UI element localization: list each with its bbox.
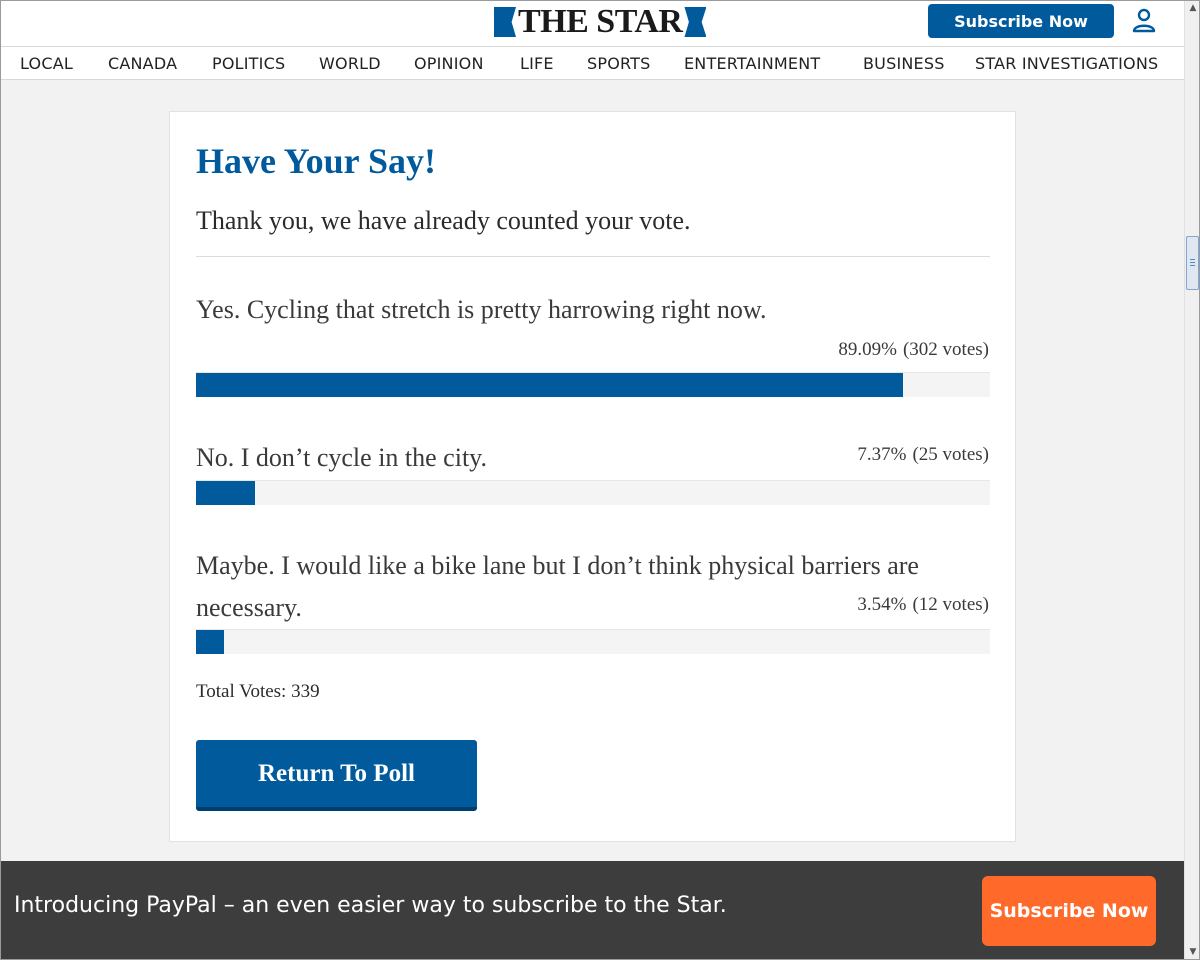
logo-text: THE STAR (518, 3, 683, 40)
poll-thanks-message: Thank you, we have already counted your … (196, 206, 691, 235)
nav-item-entertainment[interactable]: ENTERTAINMENT (684, 54, 820, 73)
nav-item-opinion[interactable]: OPINION (414, 54, 484, 73)
poll-option-label: Yes. Cycling that stretch is pretty harr… (196, 295, 767, 324)
site-logo[interactable]: THE STAR (494, 3, 707, 40)
main-nav: LOCAL CANADA POLITICS WORLD OPINION LIFE… (0, 46, 1184, 80)
banner-text: Introducing PayPal – an even easier way … (14, 893, 727, 918)
user-icon[interactable] (1130, 6, 1158, 34)
site-header: THE STAR Subscribe Now (0, 0, 1184, 46)
poll-result-bar (196, 480, 990, 505)
poll-option-percent: 89.09% (838, 339, 897, 360)
poll-result-bar-fill (196, 630, 225, 654)
nav-item-sports[interactable]: SPORTS (587, 54, 650, 73)
nav-item-star-investigations[interactable]: STAR INVESTIGATIONS (975, 54, 1158, 73)
subscribe-button[interactable]: Subscribe Now (928, 4, 1114, 38)
poll-title: Have Your Say! (196, 141, 437, 181)
poll-result-bar-fill (196, 373, 904, 397)
poll-card: Have Your Say! Thank you, we have alread… (169, 111, 1016, 842)
scrollbar-thumb[interactable] (1186, 236, 1199, 290)
nav-item-politics[interactable]: POLITICS (212, 54, 285, 73)
poll-result-bar (196, 372, 990, 397)
logo-flag-right-icon (684, 7, 707, 37)
nav-item-world[interactable]: WORLD (319, 54, 381, 73)
divider (196, 256, 990, 257)
return-to-poll-button[interactable]: Return To Poll (196, 740, 477, 811)
nav-item-business[interactable]: BUSINESS (863, 54, 945, 73)
poll-option-votes: (302 votes) (902, 339, 989, 360)
scroll-up-arrow-icon[interactable]: ▲ (1185, 0, 1200, 16)
poll-option-stat: 89.09% (302 votes) (838, 339, 989, 361)
poll-option-percent: 3.54% (857, 594, 907, 615)
poll-option-votes: (25 votes) (912, 444, 989, 465)
poll-option-votes: (12 votes) (912, 594, 989, 615)
poll-result-bar-fill (196, 481, 255, 505)
nav-item-life[interactable]: LIFE (520, 54, 554, 73)
logo-flag-left-icon (494, 7, 516, 37)
vertical-scrollbar[interactable]: ▲ ▼ (1184, 0, 1200, 960)
poll-option-percent: 7.37% (857, 444, 907, 465)
poll-option-stat: 3.54% (12 votes) (857, 594, 989, 616)
grip-icon (1190, 259, 1195, 266)
paypal-promo-banner: Introducing PayPal – an even easier way … (0, 861, 1184, 960)
nav-item-local[interactable]: LOCAL (20, 54, 73, 73)
nav-item-canada[interactable]: CANADA (108, 54, 177, 73)
scroll-down-arrow-icon[interactable]: ▼ (1185, 944, 1200, 960)
poll-result-bar (196, 629, 990, 654)
poll-option-stat: 7.37% (25 votes) (857, 444, 989, 466)
total-votes: Total Votes: 339 (196, 681, 320, 702)
banner-subscribe-button[interactable]: Subscribe Now (982, 876, 1156, 946)
poll-option-label: Maybe. I would like a bike lane but I do… (196, 551, 919, 622)
